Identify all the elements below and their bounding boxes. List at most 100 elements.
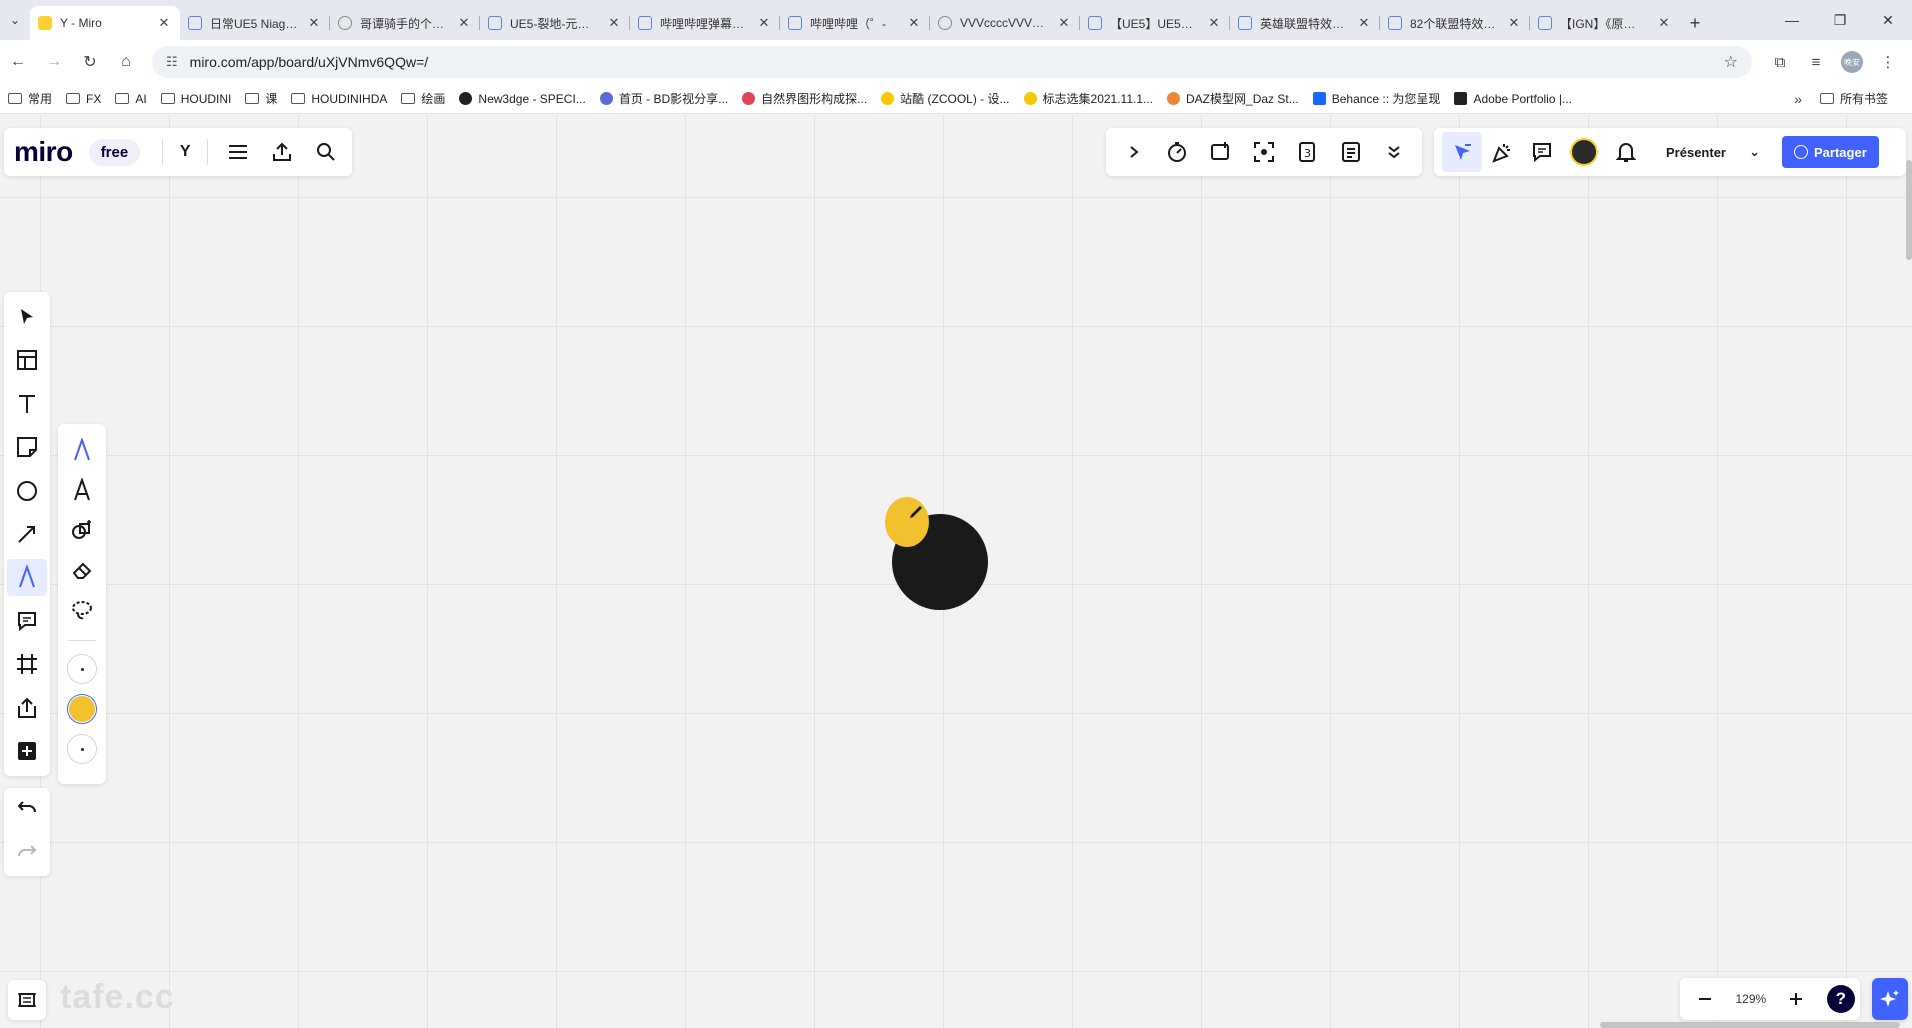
close-tab-icon[interactable]: ✕ [306, 15, 322, 31]
tab[interactable]: 哔哩哔哩（゜- ✕ [780, 6, 930, 40]
pen-icon[interactable] [62, 432, 102, 468]
tab-miro-active[interactable]: Y - Miro ✕ [30, 6, 180, 40]
card-add-icon[interactable] [1201, 132, 1241, 172]
browser-menu-icon[interactable]: ⋮ [1870, 44, 1906, 80]
restore-icon[interactable]: ❐ [1816, 0, 1864, 40]
bookmark-star-icon[interactable]: ☆ [1724, 52, 1738, 72]
tab[interactable]: 英雄联盟特效… ✕ [1230, 6, 1380, 40]
bookmark-folder[interactable]: FX [66, 92, 101, 106]
highlighter-icon[interactable] [62, 472, 102, 508]
bookmark-site[interactable]: 首页 - BD影视分享... [599, 90, 728, 107]
bookmark-folder[interactable]: HOUDINIHDA [291, 92, 387, 106]
close-tab-icon[interactable]: ✕ [606, 15, 622, 31]
frame-icon[interactable] [7, 646, 47, 683]
share-button[interactable]: Partager [1782, 136, 1879, 168]
bookmark-site[interactable]: 标志选集2021.11.1... [1023, 90, 1153, 107]
bookmark-folder[interactable]: 常用 [8, 90, 52, 107]
text-icon[interactable] [7, 385, 47, 422]
redo-icon[interactable] [7, 832, 47, 870]
reload-icon[interactable]: ↻ [72, 44, 108, 80]
more-tools-icon[interactable] [7, 733, 47, 770]
forward-icon[interactable]: → [36, 44, 72, 80]
celebrate-icon[interactable] [1482, 132, 1522, 172]
new-tab-button[interactable]: + [1680, 6, 1710, 40]
bookmark-site[interactable]: New3dge - SPECI... [459, 92, 586, 106]
vertical-scrollbar[interactable] [1906, 160, 1912, 260]
close-tab-icon[interactable]: ✕ [1656, 15, 1672, 31]
close-tab-icon[interactable]: ✕ [1506, 15, 1522, 31]
timer-icon[interactable] [1157, 132, 1197, 172]
media-controls-icon[interactable]: ≡ [1798, 44, 1834, 80]
more-bookmarks-icon[interactable]: » [1794, 91, 1802, 107]
close-tab-icon[interactable]: ✕ [1056, 15, 1072, 31]
close-tab-icon[interactable]: ✕ [1206, 15, 1222, 31]
upload-icon[interactable] [7, 689, 47, 726]
tab[interactable]: 82个联盟特效… ✕ [1380, 6, 1530, 40]
chevron-right-icon[interactable] [1114, 132, 1154, 172]
bookmark-site[interactable]: DAZ模型网_Daz St... [1167, 90, 1299, 107]
menu-icon[interactable] [216, 132, 260, 172]
yellow-color-swatch[interactable] [67, 694, 97, 724]
plan-badge[interactable]: free [88, 138, 141, 166]
zoom-out-icon[interactable] [1685, 979, 1725, 1019]
bell-icon[interactable] [1606, 132, 1646, 172]
frames-panel-button[interactable] [8, 980, 46, 1020]
tab[interactable]: 日常UE5 Niag… ✕ [180, 6, 330, 40]
all-bookmarks-folder[interactable]: 所有书签 [1819, 90, 1888, 107]
bookmark-site[interactable]: 站酷 (ZCOOL) - 设... [881, 90, 1010, 107]
select-icon[interactable] [7, 298, 47, 335]
search-icon[interactable] [304, 132, 348, 172]
home-icon[interactable]: ⌂ [108, 44, 144, 80]
back-icon[interactable]: ← [0, 44, 36, 80]
extensions-icon[interactable]: ⧉ [1762, 44, 1798, 80]
close-tab-icon[interactable]: ✕ [906, 15, 922, 31]
eraser-icon[interactable] [62, 552, 102, 588]
bookmark-folder[interactable]: AI [115, 92, 147, 106]
close-tab-icon[interactable]: ✕ [756, 15, 772, 31]
bookmark-site[interactable]: 自然界图形构成探... [742, 90, 867, 107]
sticky-note-icon[interactable] [7, 428, 47, 465]
bookmark-site[interactable]: Behance :: 为您呈现 [1312, 90, 1440, 107]
minimize-icon[interactable]: — [1768, 0, 1816, 40]
tab[interactable]: VVVccccVVV… ✕ [930, 6, 1080, 40]
horizontal-scrollbar[interactable] [1600, 1022, 1900, 1028]
pen-icon[interactable] [7, 558, 47, 597]
avatar[interactable] [1570, 138, 1598, 166]
tab-search-button[interactable]: ⌄ [0, 0, 30, 40]
smart-drawing-icon[interactable] [62, 512, 102, 548]
tab[interactable]: 【IGN】《原… ✕ [1530, 6, 1680, 40]
bookmark-folder[interactable]: HOUDINI [160, 92, 231, 106]
undo-icon[interactable] [7, 788, 47, 826]
bookmark-site[interactable]: Adobe Portfolio |... [1454, 92, 1572, 106]
tab[interactable]: UE5-裂地-元… ✕ [480, 6, 630, 40]
templates-icon[interactable] [7, 341, 47, 378]
stroke-swatch[interactable] [67, 654, 97, 684]
tab[interactable]: 哥谭骑手的个… ✕ [330, 6, 480, 40]
close-tab-icon[interactable]: ✕ [456, 15, 472, 31]
cursor-reactions-icon[interactable] [1442, 132, 1482, 172]
comments-icon[interactable] [1522, 132, 1562, 172]
zoom-in-icon[interactable] [1776, 979, 1816, 1019]
close-tab-icon[interactable]: ✕ [156, 15, 172, 31]
ai-assistant-button[interactable] [1872, 978, 1908, 1020]
tab[interactable]: 【UE5】UE5… ✕ [1080, 6, 1230, 40]
bookmark-folder[interactable]: 绘画 [401, 90, 445, 107]
board-name[interactable]: Y [171, 143, 199, 161]
help-button[interactable]: ? [1826, 985, 1855, 1013]
focus-icon[interactable] [1244, 132, 1284, 172]
tab[interactable]: 哔哩哔哩弹幕… ✕ [630, 6, 780, 40]
present-button[interactable]: Présenter ⌄ [1658, 144, 1768, 160]
comment-icon[interactable] [7, 602, 47, 639]
zoom-level[interactable]: 129% [1735, 992, 1766, 1006]
voting-icon[interactable]: 3 [1287, 132, 1327, 172]
stroke-swatch[interactable] [67, 734, 97, 764]
notes-icon[interactable] [1331, 132, 1371, 172]
connector-icon[interactable] [7, 515, 47, 552]
lasso-icon[interactable] [62, 592, 102, 628]
url-field[interactable]: ☷ miro.com/app/board/uXjVNmv6QQw=/ ☆ [152, 46, 1752, 78]
close-window-icon[interactable]: ✕ [1864, 0, 1912, 40]
profile-avatar[interactable]: 晚安 [1841, 51, 1863, 73]
close-tab-icon[interactable]: ✕ [1356, 15, 1372, 31]
miro-logo[interactable]: miro [14, 136, 73, 168]
expand-more-icon[interactable] [1374, 132, 1414, 172]
